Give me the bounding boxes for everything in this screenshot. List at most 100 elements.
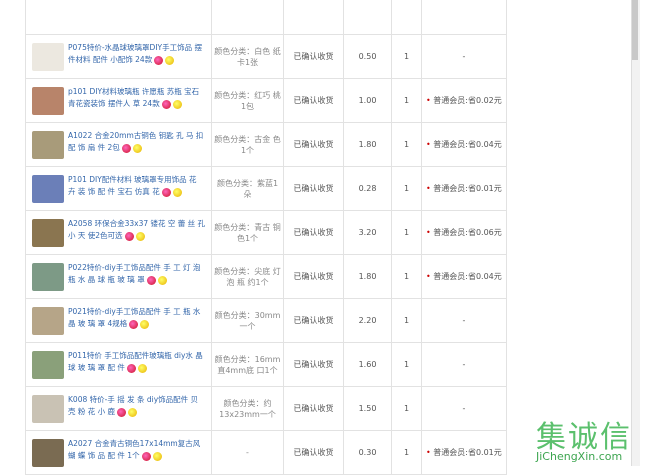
price-cell	[343, 0, 392, 35]
discount-cell: • 普通会员:省0.06元	[421, 210, 507, 255]
product-name-link[interactable]: p101 DIY材料玻璃瓶 许愿瓶 苏瓶 宝石青花瓷装饰 摆件人 草 24款	[68, 86, 206, 110]
product-name-link[interactable]: P075特价-水晶球玻璃罩DIY手工饰品 摆 件材料 配件 小配饰 24款	[68, 42, 206, 66]
product-thumbnail[interactable]	[32, 87, 64, 115]
table-row	[25, 0, 507, 35]
gold-medal-icon	[172, 187, 182, 197]
quantity-cell: 1	[391, 298, 422, 343]
discount-cell: • 普通会员:省0.04元	[421, 122, 507, 167]
price-cell: 0.30	[343, 430, 392, 475]
product-cell: p101 DIY材料玻璃瓶 许愿瓶 苏瓶 宝石青花瓷装饰 摆件人 草 24款	[25, 78, 212, 123]
product-thumbnail[interactable]	[32, 131, 64, 159]
status-cell: 已确认收货	[283, 122, 344, 167]
product-thumbnail[interactable]	[32, 219, 64, 247]
product-name-text[interactable]: A2027 合金青古铜色17x14mm复古风 蝴 蝶 饰 品 配 件 1个	[68, 439, 200, 460]
product-cell: P022特价-diy手工饰品配件 手 工 灯 泡 瓶 水 晶 球 瓶 玻 璃 罩	[25, 254, 212, 299]
variant-cell: 颜色分类：30mm一个	[211, 298, 284, 343]
variant-cell: 颜色分类：约 13x23mm一个	[211, 386, 284, 431]
table-row: P011特价 手工饰品配件玻璃瓶 diy水 晶 球 玻 璃 罩 配 件颜色分类：…	[25, 342, 507, 387]
rose-badge-icon	[117, 407, 127, 417]
status-cell: 已确认收货	[283, 342, 344, 387]
variant-cell: -	[211, 430, 284, 475]
gold-medal-icon	[172, 99, 182, 109]
gold-medal-icon	[137, 363, 147, 373]
variant-cell: 颜色分类：紫蓝1 朵	[211, 166, 284, 211]
variant-cell: 颜色分类：16mm直4mm底 口1个	[211, 342, 284, 387]
scrollbar-thumb[interactable]	[632, 0, 638, 60]
gold-medal-icon	[140, 319, 150, 329]
product-thumbnail[interactable]	[32, 175, 64, 203]
product-cell	[25, 0, 212, 35]
table-row: P101 DIY配件材料 玻璃罩专用饰品 花 卉 装 饰 配 件 宝石 仿真 花…	[25, 166, 507, 211]
quantity-cell: 1	[391, 430, 422, 475]
status-cell: 已确认收货	[283, 430, 344, 475]
variant-cell: 颜色分类：青古 铜色1个	[211, 210, 284, 255]
table-row: A2058 环保合金33x37 镂花 空 蕾 丝 孔 小 天 使2色可选 颜色分类…	[25, 210, 507, 255]
product-thumbnail[interactable]	[32, 43, 64, 71]
table-row: K008 特价-手 摇 发 条 diy饰品配件 贝 壳 粉 花 小 鹿颜色分类：…	[25, 386, 507, 431]
product-thumbnail[interactable]	[32, 307, 64, 335]
watermark-en: JiChengXin.com	[536, 450, 623, 463]
status-cell: 已确认收货	[283, 34, 344, 79]
variant-cell	[211, 0, 284, 35]
product-cell: P075特价-水晶球玻璃罩DIY手工饰品 摆 件材料 配件 小配饰 24款	[25, 34, 212, 79]
table-row: P021特价-diy手工饰品配件 手 工 瓶 水 晶 玻 璃 罩 4规格 颜色分类…	[25, 298, 507, 343]
product-name-link[interactable]: P021特价-diy手工饰品配件 手 工 瓶 水 晶 玻 璃 罩 4规格	[68, 306, 206, 330]
quantity-cell: 1	[391, 78, 422, 123]
status-cell: 已确认收货	[283, 78, 344, 123]
quantity-cell: 1	[391, 386, 422, 431]
order-items-table: P075特价-水晶球玻璃罩DIY手工饰品 摆 件材料 配件 小配饰 24款 颜色分…	[25, 0, 507, 475]
gold-medal-icon	[132, 143, 142, 153]
gold-medal-icon	[152, 451, 162, 461]
product-name-link[interactable]: A2058 环保合金33x37 镂花 空 蕾 丝 孔 小 天 使2色可选	[68, 218, 206, 242]
price-cell: 1.50	[343, 386, 392, 431]
quantity-cell: 1	[391, 254, 422, 299]
discount-cell: • 普通会员:省0.01元	[421, 166, 507, 211]
discount-cell: -	[421, 386, 507, 431]
table-row: P022特价-diy手工饰品配件 手 工 灯 泡 瓶 水 晶 球 瓶 玻 璃 罩…	[25, 254, 507, 299]
product-thumbnail[interactable]	[32, 263, 64, 291]
status-cell: 已确认收货	[283, 298, 344, 343]
variant-cell: 颜色分类：红巧 桃1包	[211, 78, 284, 123]
rose-badge-icon	[126, 363, 136, 373]
product-cell: K008 特价-手 摇 发 条 diy饰品配件 贝 壳 粉 花 小 鹿	[25, 386, 212, 431]
product-thumbnail[interactable]	[32, 395, 64, 423]
product-name-link[interactable]: P101 DIY配件材料 玻璃罩专用饰品 花 卉 装 饰 配 件 宝石 仿真 花	[68, 174, 206, 198]
rose-badge-icon	[154, 55, 164, 65]
rose-badge-icon	[124, 231, 134, 241]
product-cell: A2027 合金青古铜色17x14mm复古风 蝴 蝶 饰 品 配 件 1个	[25, 430, 212, 475]
rose-badge-icon	[146, 275, 156, 285]
quantity-cell	[391, 0, 422, 35]
discount-text: 普通会员:省0.01元	[433, 184, 502, 193]
status-cell: 已确认收货	[283, 166, 344, 211]
table-row: p101 DIY材料玻璃瓶 许愿瓶 苏瓶 宝石青花瓷装饰 摆件人 草 24款 颜色…	[25, 78, 507, 123]
product-name-link[interactable]: P011特价 手工饰品配件玻璃瓶 diy水 晶 球 玻 璃 罩 配 件	[68, 350, 206, 374]
product-thumbnail[interactable]	[32, 351, 64, 379]
product-name-text[interactable]: P022特价-diy手工饰品配件 手 工 灯 泡 瓶 水 晶 球 瓶 玻 璃 罩	[68, 263, 200, 284]
product-thumbnail[interactable]	[32, 439, 64, 467]
product-name-text[interactable]: P075特价-水晶球玻璃罩DIY手工饰品 摆 件材料 配件 小配饰 24款	[68, 43, 202, 64]
rose-badge-icon	[161, 187, 171, 197]
rose-badge-icon	[121, 143, 131, 153]
gold-medal-icon	[157, 275, 167, 285]
discount-cell: -	[421, 34, 507, 79]
table-row: A2027 合金青古铜色17x14mm复古风 蝴 蝶 饰 品 配 件 1个 - 已确…	[25, 430, 507, 475]
discount-cell	[421, 0, 507, 35]
status-cell: 已确认收货	[283, 210, 344, 255]
status-cell: 已确认收货	[283, 386, 344, 431]
table-row: A1022 合金20mm古铜色 钥匙 孔 马 扣 配 饰 扇 件 2包 颜色分类：…	[25, 122, 507, 167]
scrollbar-track[interactable]	[631, 0, 640, 466]
product-name-link[interactable]: K008 特价-手 摇 发 条 diy饰品配件 贝 壳 粉 花 小 鹿	[68, 394, 206, 418]
discount-text: 普通会员:省0.02元	[433, 96, 502, 105]
product-name-link[interactable]: P022特价-diy手工饰品配件 手 工 灯 泡 瓶 水 晶 球 瓶 玻 璃 罩	[68, 262, 206, 286]
variant-cell: 颜色分类：尖底 灯 泡 瓶 约1个	[211, 254, 284, 299]
gold-medal-icon	[135, 231, 145, 241]
rose-badge-icon	[161, 99, 171, 109]
quantity-cell: 1	[391, 166, 422, 211]
rose-badge-icon	[129, 319, 139, 329]
discount-cell: -	[421, 342, 507, 387]
quantity-cell: 1	[391, 122, 422, 167]
product-name-link[interactable]: A2027 合金青古铜色17x14mm复古风 蝴 蝶 饰 品 配 件 1个	[68, 438, 206, 462]
price-cell: 1.80	[343, 254, 392, 299]
price-cell: 1.00	[343, 78, 392, 123]
product-name-link[interactable]: A1022 合金20mm古铜色 钥匙 孔 马 扣 配 饰 扇 件 2包	[68, 130, 206, 154]
